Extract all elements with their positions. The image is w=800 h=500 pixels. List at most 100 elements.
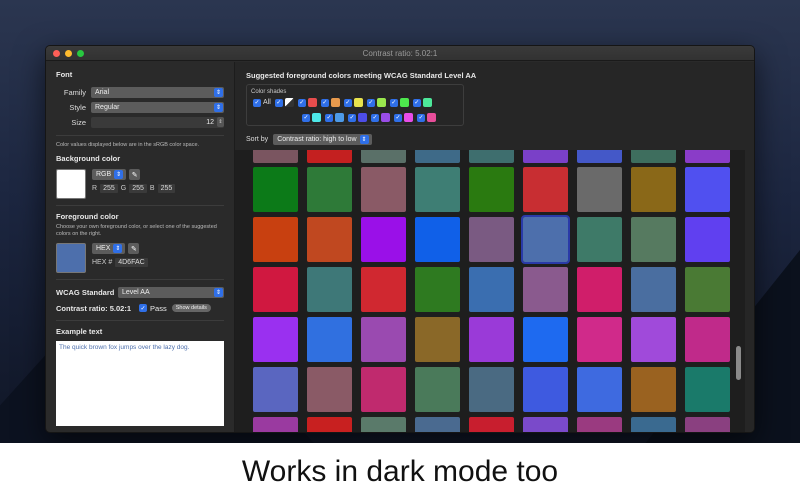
color-tile[interactable]	[577, 217, 622, 262]
color-tile[interactable]	[415, 150, 460, 163]
shade-toggle[interactable]: ✓	[348, 113, 367, 122]
color-tile[interactable]	[307, 367, 352, 412]
color-tile[interactable]	[523, 167, 568, 212]
b-input[interactable]: 255	[157, 184, 176, 193]
color-tile[interactable]	[253, 267, 298, 312]
color-tile[interactable]	[361, 367, 406, 412]
color-tile[interactable]	[577, 417, 622, 432]
color-tile[interactable]	[523, 267, 568, 312]
color-tile[interactable]	[685, 367, 730, 412]
color-tile[interactable]	[631, 417, 676, 432]
color-tile[interactable]	[523, 150, 568, 163]
color-tile[interactable]	[253, 217, 298, 262]
color-tile[interactable]	[523, 367, 568, 412]
color-tile[interactable]	[469, 217, 514, 262]
pass-checkbox[interactable]: ✓	[139, 304, 148, 312]
show-details-button[interactable]: Show details	[171, 304, 211, 312]
shade-toggle[interactable]: ✓	[297, 98, 317, 107]
color-tile[interactable]	[577, 367, 622, 412]
shade-all-toggle[interactable]: ✓ All	[253, 98, 271, 107]
example-text-area[interactable]: The quick brown fox jumps over the lazy …	[56, 341, 224, 426]
color-tile[interactable]	[361, 417, 406, 432]
color-tile[interactable]	[415, 417, 460, 432]
shade-toggle[interactable]: ✓	[417, 113, 436, 122]
r-input[interactable]: 255	[100, 184, 118, 193]
color-tile[interactable]	[685, 317, 730, 362]
color-tile[interactable]	[523, 417, 568, 432]
color-tile[interactable]	[631, 217, 676, 262]
font-size-field[interactable]: 12 ⇕	[91, 116, 224, 128]
shade-toggle[interactable]: ✓	[394, 113, 413, 122]
shade-toggle[interactable]: ✓	[366, 98, 386, 107]
eyedropper-icon[interactable]: ✎	[128, 243, 140, 254]
size-stepper-icon[interactable]: ⇕	[217, 117, 224, 127]
color-tile[interactable]	[361, 167, 406, 212]
font-family-select[interactable]: Arial ⇕	[91, 86, 224, 98]
color-tile[interactable]	[577, 167, 622, 212]
color-tile[interactable]	[307, 150, 352, 163]
shade-toggle[interactable]: ✓	[371, 113, 390, 122]
color-tile[interactable]	[685, 217, 730, 262]
color-tile[interactable]	[307, 417, 352, 432]
g-input[interactable]: 255	[129, 184, 147, 193]
color-tile[interactable]	[469, 267, 514, 312]
color-tile[interactable]	[685, 150, 730, 163]
color-tile[interactable]	[361, 150, 406, 163]
color-tile[interactable]	[577, 267, 622, 312]
color-tile[interactable]	[631, 167, 676, 212]
title-bar[interactable]: Contrast ratio: 5.02:1	[46, 46, 754, 61]
color-tile[interactable]	[469, 367, 514, 412]
font-family-value: Arial	[95, 88, 110, 96]
color-tile[interactable]	[361, 217, 406, 262]
shade-toggle[interactable]: ✓	[343, 98, 363, 107]
shade-toggle[interactable]: ✓	[320, 98, 340, 107]
color-tile[interactable]	[469, 417, 514, 432]
color-tile[interactable]	[307, 317, 352, 362]
foreground-color-swatch[interactable]	[56, 243, 86, 273]
scrollbar-thumb[interactable]	[736, 346, 741, 380]
color-tile[interactable]	[361, 317, 406, 362]
shade-toggle[interactable]: ✓	[389, 98, 409, 107]
wcag-standard-select[interactable]: Level AA ⇕	[118, 287, 224, 298]
color-tile[interactable]	[253, 317, 298, 362]
color-tile[interactable]	[631, 367, 676, 412]
shade-toggle[interactable]: ✓	[302, 113, 321, 122]
color-tile[interactable]	[685, 167, 730, 212]
background-mode-select[interactable]: RGB ⇕	[92, 169, 127, 180]
color-tile[interactable]	[307, 217, 352, 262]
color-tile[interactable]	[307, 167, 352, 212]
color-tile[interactable]	[469, 150, 514, 163]
color-tile[interactable]	[253, 417, 298, 432]
color-tile[interactable]	[469, 317, 514, 362]
color-tile[interactable]	[307, 267, 352, 312]
color-tile[interactable]	[523, 317, 568, 362]
color-tile[interactable]	[685, 267, 730, 312]
color-tile[interactable]	[415, 217, 460, 262]
background-color-swatch[interactable]	[56, 169, 86, 199]
color-tile[interactable]	[253, 150, 298, 163]
color-tile[interactable]	[521, 215, 570, 264]
color-tile[interactable]	[577, 317, 622, 362]
color-tile[interactable]	[361, 267, 406, 312]
color-tile[interactable]	[415, 317, 460, 362]
shade-chip	[422, 98, 432, 107]
foreground-mode-select[interactable]: HEX ⇕	[92, 243, 126, 254]
color-tile[interactable]	[631, 317, 676, 362]
color-tile[interactable]	[631, 150, 676, 163]
sort-select[interactable]: Contrast ratio: high to low ⇕	[273, 134, 372, 145]
hex-input[interactable]: 4D6FAC	[115, 258, 148, 267]
color-tile[interactable]	[577, 150, 622, 163]
color-tile[interactable]	[469, 167, 514, 212]
color-tile[interactable]	[685, 417, 730, 432]
color-tile[interactable]	[631, 267, 676, 312]
shade-toggle[interactable]: ✓	[412, 98, 432, 107]
shade-toggle[interactable]: ✓	[325, 113, 344, 122]
font-style-select[interactable]: Regular ⇕	[91, 101, 224, 113]
color-tile[interactable]	[415, 267, 460, 312]
eyedropper-icon[interactable]: ✎	[129, 169, 141, 180]
color-tile[interactable]	[415, 367, 460, 412]
color-tile[interactable]	[253, 167, 298, 212]
shade-gray-toggle[interactable]: ✓	[274, 98, 294, 107]
color-tile[interactable]	[415, 167, 460, 212]
color-tile[interactable]	[253, 367, 298, 412]
